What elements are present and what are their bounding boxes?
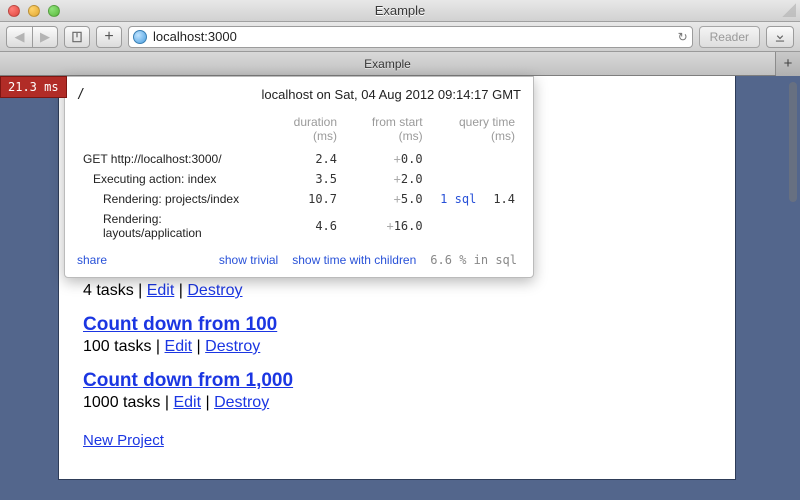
- tab-strip: Example +: [0, 52, 800, 76]
- miniprofiler-host-time: localhost on Sat, 04 Aug 2012 09:14:17 G…: [262, 87, 521, 102]
- traffic-lights: [0, 5, 60, 17]
- miniprofiler-path: /: [77, 87, 85, 102]
- row-label: Rendering: layouts/application: [77, 209, 263, 243]
- row-label: Rendering: projects/index: [77, 189, 263, 209]
- zoom-window-button[interactable]: [48, 5, 60, 17]
- row-sql: [429, 209, 483, 243]
- row-from-start: +2.0: [343, 169, 429, 189]
- project-meta: 4 tasks | Edit | Destroy: [83, 282, 711, 300]
- tasks-count: 4 tasks: [83, 282, 134, 299]
- projects-list: Learn Karate4 tasks | Edit | DestroyCoun…: [83, 258, 711, 412]
- row-duration: 3.5: [263, 169, 343, 189]
- show-trivial-link[interactable]: show trivial: [219, 253, 278, 267]
- row-label: Executing action: index: [77, 169, 263, 189]
- row-qtime: 1.4: [482, 189, 521, 209]
- project-meta: 100 tasks | Edit | Destroy: [83, 338, 711, 356]
- destroy-link[interactable]: Destroy: [214, 394, 269, 411]
- row-qtime: [482, 149, 521, 169]
- nav-buttons: ◀ ▶: [6, 26, 58, 48]
- share-link[interactable]: share: [77, 253, 107, 267]
- new-tab-button[interactable]: +: [776, 52, 800, 76]
- row-from-start: +0.0: [343, 149, 429, 169]
- row-sql[interactable]: 1 sql: [429, 189, 483, 209]
- show-time-with-children-link[interactable]: show time with children: [292, 253, 416, 267]
- project-title-link[interactable]: Count down from 1,000: [83, 370, 293, 391]
- row-duration: 10.7: [263, 189, 343, 209]
- downloads-button[interactable]: [766, 26, 794, 48]
- reload-button[interactable]: ↻: [678, 30, 688, 44]
- row-label: GET http://localhost:3000/: [77, 149, 263, 169]
- row-duration: 2.4: [263, 149, 343, 169]
- new-project-link[interactable]: New Project: [83, 432, 164, 449]
- browser-tab[interactable]: Example: [0, 52, 776, 75]
- project-item: Count down from 100 100 tasks | Edit | De…: [83, 314, 711, 356]
- window-titlebar: Example: [0, 0, 800, 22]
- forward-button[interactable]: ▶: [32, 26, 58, 48]
- window-title: Example: [0, 3, 800, 18]
- row-duration: 4.6: [263, 209, 343, 243]
- miniprofiler-row: Rendering: projects/index10.7+5.01 sql1.…: [77, 189, 521, 209]
- edit-link[interactable]: Edit: [147, 282, 175, 299]
- back-button[interactable]: ◀: [6, 26, 32, 48]
- url-text: localhost:3000: [153, 29, 672, 44]
- bookmarks-button[interactable]: [64, 26, 90, 48]
- tasks-count: 100 tasks: [83, 338, 151, 355]
- pct-in-sql: 6.6 % in sql: [430, 253, 517, 267]
- edit-link[interactable]: Edit: [173, 394, 201, 411]
- destroy-link[interactable]: Destroy: [187, 282, 242, 299]
- destroy-link[interactable]: Destroy: [205, 338, 260, 355]
- miniprofiler-row: GET http://localhost:3000/2.4+0.0: [77, 149, 521, 169]
- project-meta: 1000 tasks | Edit | Destroy: [83, 394, 711, 412]
- close-window-button[interactable]: [8, 5, 20, 17]
- miniprofiler-footer: share show trivial show time with childr…: [77, 243, 521, 269]
- miniprofiler-table: duration (ms) from start (ms) query time…: [77, 112, 521, 243]
- scrollbar-thumb[interactable]: [789, 82, 797, 202]
- edit-link[interactable]: Edit: [165, 338, 193, 355]
- col-duration: duration (ms): [263, 112, 343, 149]
- miniprofiler-row: Rendering: layouts/application4.6+16.0: [77, 209, 521, 243]
- row-sql: [429, 149, 483, 169]
- col-query-time: query time (ms): [429, 112, 521, 149]
- row-qtime: [482, 209, 521, 243]
- tasks-count: 1000 tasks: [83, 394, 160, 411]
- minimize-window-button[interactable]: [28, 5, 40, 17]
- browser-toolbar: ◀ ▶ + localhost:3000 ↻ Reader: [0, 22, 800, 52]
- site-globe-icon: [133, 30, 147, 44]
- col-label: [77, 112, 263, 149]
- row-sql: [429, 169, 483, 189]
- col-from-start: from start (ms): [343, 112, 429, 149]
- row-qtime: [482, 169, 521, 189]
- miniprofiler-header: / localhost on Sat, 04 Aug 2012 09:14:17…: [77, 85, 521, 112]
- reader-button[interactable]: Reader: [699, 26, 760, 48]
- address-bar[interactable]: localhost:3000 ↻: [128, 26, 693, 48]
- row-from-start: +5.0: [343, 189, 429, 209]
- book-icon: [70, 30, 84, 44]
- row-from-start: +16.0: [343, 209, 429, 243]
- add-bookmark-button[interactable]: +: [96, 26, 122, 48]
- download-icon: [773, 30, 787, 44]
- project-item: Count down from 1,000 1000 tasks | Edit |…: [83, 370, 711, 412]
- miniprofiler-row: Executing action: index3.5+2.0: [77, 169, 521, 189]
- resize-grip-icon[interactable]: [782, 3, 796, 17]
- miniprofiler-panel: / localhost on Sat, 04 Aug 2012 09:14:17…: [64, 76, 534, 278]
- miniprofiler-badge[interactable]: 21.3 ms: [0, 76, 67, 98]
- project-title-link[interactable]: Count down from 100: [83, 314, 277, 335]
